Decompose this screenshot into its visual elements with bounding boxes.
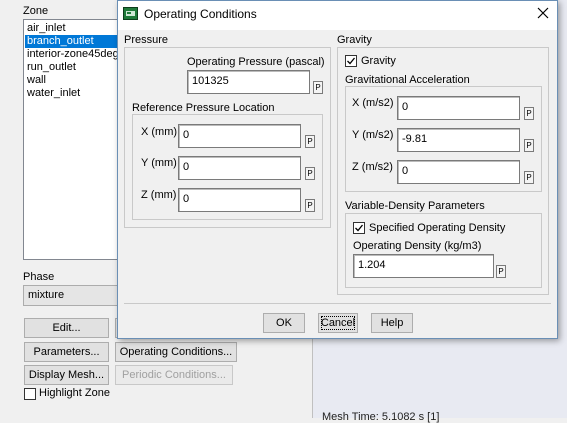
dialog-title: Operating Conditions xyxy=(144,7,257,21)
zone-label: Zone xyxy=(23,5,49,17)
grav-x-label: X (m/s2) xyxy=(352,97,394,109)
help-button[interactable]: Help xyxy=(371,313,413,333)
pressure-section-label: Pressure xyxy=(124,34,169,46)
phase-value: mixture xyxy=(28,289,65,301)
ref-y-label: Y (mm) xyxy=(141,157,177,169)
dialog-divider xyxy=(124,303,551,304)
ref-x-label: X (mm) xyxy=(141,126,178,138)
operating-density-label: Operating Density (kg/m3) xyxy=(353,240,482,252)
parameters-button[interactable]: Parameters... xyxy=(24,342,109,362)
highlight-zone-label: Highlight Zone xyxy=(39,387,110,399)
periodic-conditions-button: Periodic Conditions... xyxy=(115,365,233,385)
ref-y-param-button[interactable]: P xyxy=(305,167,315,180)
grav-z-param-button[interactable]: P xyxy=(524,171,534,184)
ref-x-input[interactable]: 0 xyxy=(178,124,301,148)
grav-y-input[interactable]: -9.81 xyxy=(397,128,520,152)
operating-pressure-param-button[interactable]: P xyxy=(313,81,323,94)
operating-density-input[interactable]: 1.204 xyxy=(353,254,494,278)
variable-density-label: Variable-Density Parameters xyxy=(345,200,485,212)
operating-conditions-button[interactable]: Operating Conditions... xyxy=(115,342,237,362)
list-item[interactable]: run_outlet xyxy=(27,61,76,74)
app-icon xyxy=(123,7,138,20)
gravitational-acceleration-label: Gravitational Acceleration xyxy=(345,74,470,86)
list-item[interactable]: air_inlet xyxy=(27,22,66,35)
grav-z-input[interactable]: 0 xyxy=(397,160,520,184)
grav-z-label: Z (m/s2) xyxy=(352,161,393,173)
grav-x-param-button[interactable]: P xyxy=(524,107,534,120)
list-item[interactable]: wall xyxy=(27,74,46,87)
gravity-section-label: Gravity xyxy=(337,34,372,46)
specified-density-checkbox[interactable] xyxy=(353,222,365,234)
specified-density-label: Specified Operating Density xyxy=(369,222,506,234)
highlight-zone-checkbox[interactable] xyxy=(24,388,36,400)
gravity-checkbox-label: Gravity xyxy=(361,55,396,67)
cancel-button[interactable]: Cancel xyxy=(318,313,358,333)
display-mesh-button[interactable]: Display Mesh... xyxy=(24,365,109,385)
ref-x-param-button[interactable]: P xyxy=(305,135,315,148)
ref-z-label: Z (mm) xyxy=(141,189,177,201)
operating-pressure-label: Operating Pressure (pascal) xyxy=(187,56,325,68)
phase-select[interactable]: mixture xyxy=(23,285,123,306)
ref-z-input[interactable]: 0 xyxy=(178,188,301,212)
reference-location-label: Reference Pressure Location xyxy=(132,102,275,114)
zone-list[interactable]: air_inlet branch_outlet interior-zone45d… xyxy=(23,19,123,260)
list-item[interactable]: interior-zone45deg xyxy=(27,48,119,61)
edit-button[interactable]: Edit... xyxy=(24,318,109,338)
list-item[interactable]: branch_outlet xyxy=(25,35,121,48)
ref-y-input[interactable]: 0 xyxy=(178,156,301,180)
grav-y-param-button[interactable]: P xyxy=(524,139,534,152)
ok-button[interactable]: OK xyxy=(263,313,305,333)
ref-z-param-button[interactable]: P xyxy=(305,199,315,212)
operating-density-param-button[interactable]: P xyxy=(496,265,506,278)
close-icon[interactable] xyxy=(532,4,554,24)
grav-x-input[interactable]: 0 xyxy=(397,96,520,120)
phase-label: Phase xyxy=(23,271,55,283)
graphics-status-text: Mesh Time: 5.1082 s [1] xyxy=(322,411,440,423)
grav-y-label: Y (m/s2) xyxy=(352,129,394,141)
operating-pressure-input[interactable]: 101325 xyxy=(187,70,310,94)
gravity-checkbox[interactable] xyxy=(345,55,357,67)
list-item[interactable]: water_inlet xyxy=(27,87,80,100)
